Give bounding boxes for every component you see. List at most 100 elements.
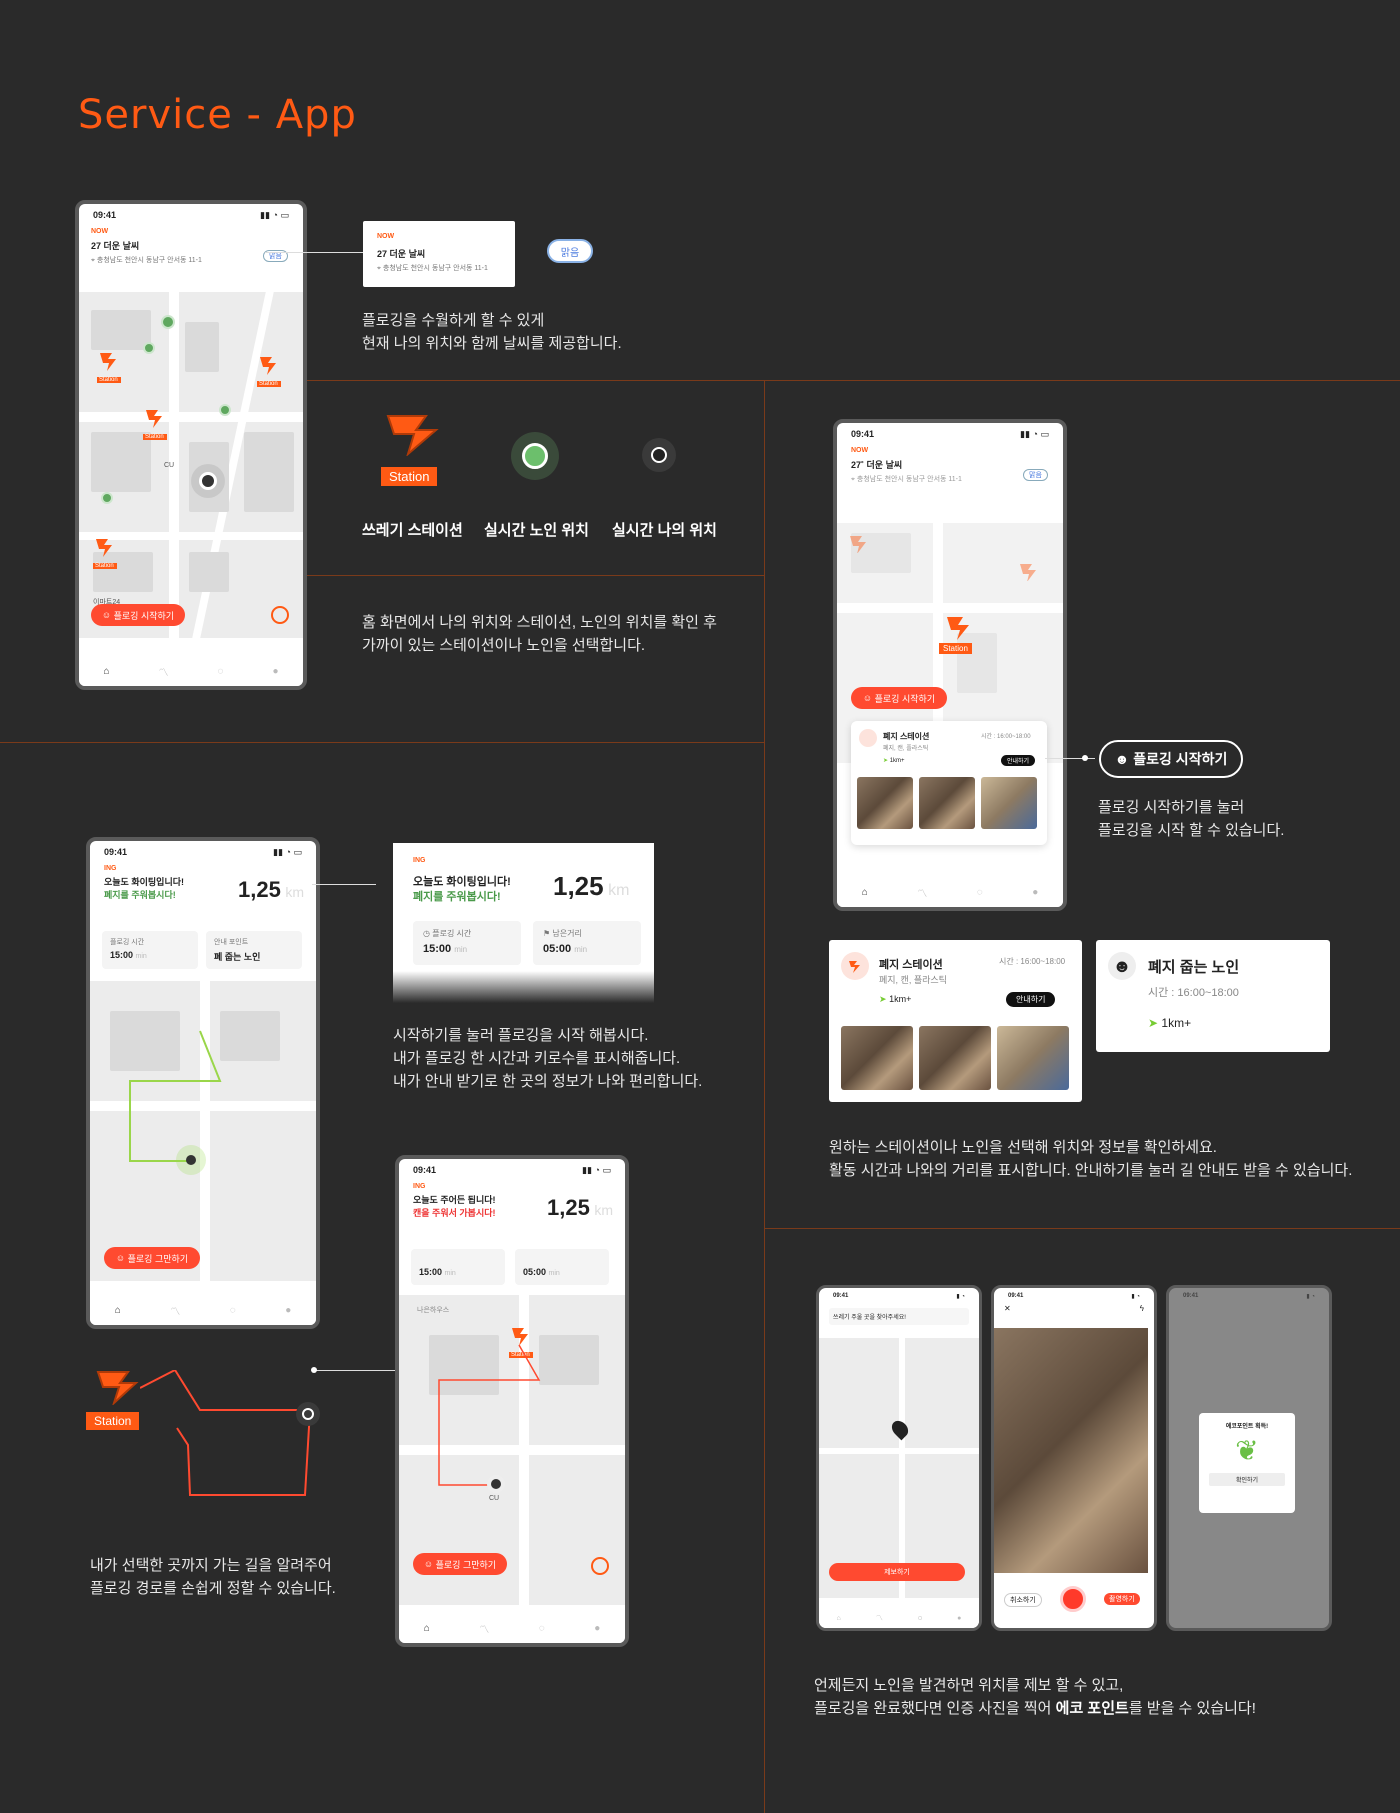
home-tab-icon[interactable]: ⌂	[103, 666, 109, 677]
start-plogging-button[interactable]: ☺ 플로깅 시작하기	[851, 687, 947, 709]
divider-vertical	[764, 380, 765, 1813]
weather-text: 27 더운 날씨	[377, 249, 426, 259]
station-pin[interactable]	[847, 533, 869, 558]
home-phone: 09:41 ▮▮ ◔ ▭ NOW 27 더운 날씨 ⌖ 충청남도 천안시 동남구 …	[75, 200, 307, 690]
page-title: Service - App	[78, 92, 357, 138]
station-pin[interactable]: Station	[93, 536, 117, 569]
report-tab-icon[interactable]: ◌	[918, 1615, 922, 1622]
report-button[interactable]: 제보하기	[829, 1563, 965, 1581]
start-plogging-button[interactable]: ☺ 플로깅 시작하기	[91, 604, 185, 626]
profile-tab-icon[interactable]: ●	[594, 1623, 600, 1634]
my-location-icon	[296, 1402, 320, 1426]
stop-plogging-button[interactable]: ☺ 플로깅 그만하기	[104, 1247, 200, 1269]
station-photo	[857, 777, 913, 829]
profile-tab-icon[interactable]: ●	[285, 1305, 291, 1316]
elder-location-pin[interactable]	[143, 342, 155, 354]
home-tab-icon[interactable]: ⌂	[424, 1623, 430, 1634]
ing-label: ING	[413, 857, 426, 864]
card-title: 폐지 줍는 노인	[1148, 959, 1240, 976]
weather-text: 27 더운 날씨	[91, 241, 140, 251]
activity-tab-icon[interactable]: 〽	[917, 885, 927, 900]
report-pin-icon[interactable]	[888, 1417, 912, 1441]
current-location-button[interactable]	[271, 606, 289, 624]
card-distance: ➤ 1km+	[1148, 1016, 1192, 1030]
station-photo	[997, 1026, 1069, 1090]
stop-plogging-button[interactable]: ☺ 플로깅 그만하기	[413, 1553, 507, 1575]
plogging-icon: ☻	[1114, 751, 1134, 767]
cheer-text: 오늘도 화이팅입니다!	[413, 876, 511, 888]
report-tab-icon[interactable]: ◌	[218, 666, 224, 677]
weather-badge[interactable]: 맑음	[1023, 469, 1048, 481]
station-photo	[841, 1026, 913, 1090]
report-tab-icon[interactable]: ◌	[230, 1305, 236, 1316]
route-path	[140, 1370, 312, 1496]
add-report-button[interactable]	[591, 1557, 609, 1575]
ing-label: ING	[413, 1183, 426, 1190]
description-route: 내가 선택한 곳까지 가는 길을 알려주어 플로깅 경로를 손쉽게 정할 수 있…	[90, 1557, 336, 1597]
description-home: 홈 화면에서 나의 위치와 스테이션, 노인의 위치를 확인 후 가까이 있는 …	[362, 614, 717, 654]
capture-button[interactable]: 촬영하기	[1104, 1593, 1140, 1605]
close-icon[interactable]: ✕	[1004, 1304, 1011, 1326]
my-location-legend-icon	[642, 438, 676, 472]
status-time: 09:41	[833, 1293, 849, 1299]
shutter-button[interactable]	[1060, 1586, 1086, 1612]
station-pin[interactable]: Station	[143, 407, 167, 440]
report-tab-icon[interactable]: ◌	[539, 1623, 545, 1634]
station-info-card[interactable]: 폐지 스테이션 폐지, 캔, 플라스틱 시간 : 16:00~18:00 ➤ 1…	[851, 721, 1047, 845]
weather-popup: NOW 27 더운 날씨 ⌖ 충청남도 천안시 동남구 안서동 11-1	[363, 221, 515, 287]
station-icon	[841, 952, 869, 980]
home-tab-icon[interactable]: ⌂	[862, 887, 868, 898]
map-view[interactable]	[819, 1338, 979, 1598]
start-plogging-callout: ☻ 플로깅 시작하기	[1099, 740, 1243, 778]
status-icons: ▮▮ ◔ ▭	[582, 1164, 611, 1175]
status-icons: ▮▮ ◔ ▭	[260, 209, 289, 220]
map-view[interactable]: Station Station Station Station CU 이마트24	[79, 292, 303, 638]
activity-tab-icon[interactable]: 〽	[479, 1621, 489, 1636]
flag-icon: ⚑	[543, 929, 551, 938]
station-detail-card: 폐지 스테이션 폐지, 캔, 플라스틱 시간 : 16:00~18:00 ➤ 1…	[829, 940, 1082, 1102]
report-phone: 09:41 ▮ ◔ 쓰레기 주울 곳을 찾아주세요! 제보하기 ⌂ 〽 ◌ ●	[816, 1285, 982, 1631]
description-select: 원하는 스테이션이나 노인을 선택해 위치와 정보를 확인하세요. 활동 시간과…	[829, 1139, 1353, 1179]
divider	[0, 742, 764, 743]
connector-dot	[311, 1367, 317, 1373]
map-label-cu: CU	[489, 1495, 500, 1502]
now-label: NOW	[91, 228, 109, 235]
activity-tab-icon[interactable]: 〽	[159, 664, 169, 679]
flash-icon[interactable]: ϟ	[1140, 1304, 1144, 1326]
station-tag: Station	[381, 467, 438, 486]
profile-tab-icon[interactable]: ●	[272, 666, 278, 677]
elder-location-pin[interactable]	[101, 492, 113, 504]
guide-button[interactable]: 안내하기	[1001, 755, 1036, 766]
plant-icon: ❦	[1235, 1435, 1259, 1466]
home-tab-icon[interactable]: ⌂	[115, 1305, 121, 1316]
weather-text: 27˚ 더운 날씨	[851, 460, 903, 470]
station-pin[interactable]	[1017, 561, 1039, 586]
profile-tab-icon[interactable]: ●	[1032, 887, 1038, 898]
elder-location-pin[interactable]	[161, 315, 175, 329]
guide-button[interactable]: 안내하기	[1006, 992, 1056, 1007]
status-time: 09:41	[1008, 1293, 1024, 1299]
divider	[764, 1228, 1400, 1229]
report-tab-icon[interactable]: ◌	[977, 887, 983, 898]
elder-location-pin[interactable]	[219, 404, 231, 416]
station-pin[interactable]: Station	[257, 354, 281, 387]
elder-location-legend-icon	[511, 432, 559, 480]
station-pin[interactable]: Station	[97, 350, 121, 383]
activity-tab-icon[interactable]: 〽	[876, 1613, 883, 1623]
my-location-icon	[487, 1475, 505, 1493]
selected-station-pin[interactable]	[943, 613, 973, 646]
activity-tab-icon[interactable]: 〽	[170, 1303, 180, 1318]
legend-label-station: 쓰레기 스테이션	[362, 522, 463, 539]
stat-box: 05:00 min	[515, 1249, 609, 1285]
map-view[interactable]	[90, 981, 316, 1281]
cancel-button[interactable]: 취소하기	[1004, 1593, 1042, 1607]
card-distance: ➤ 1km+	[883, 758, 905, 764]
divider	[300, 380, 1400, 381]
station-photo	[981, 777, 1037, 829]
home-tab-icon[interactable]: ⌂	[837, 1615, 841, 1622]
confirm-button[interactable]: 확인하기	[1209, 1473, 1285, 1486]
station-photo	[919, 777, 975, 829]
status-time: 09:41	[93, 210, 117, 220]
plogging-phone: 09:41 ▮▮ ◔ ▭ ING 오늘도 화이팅입니다! 폐지를 주워봅시다! 1…	[86, 837, 320, 1329]
profile-tab-icon[interactable]: ●	[957, 1615, 961, 1622]
